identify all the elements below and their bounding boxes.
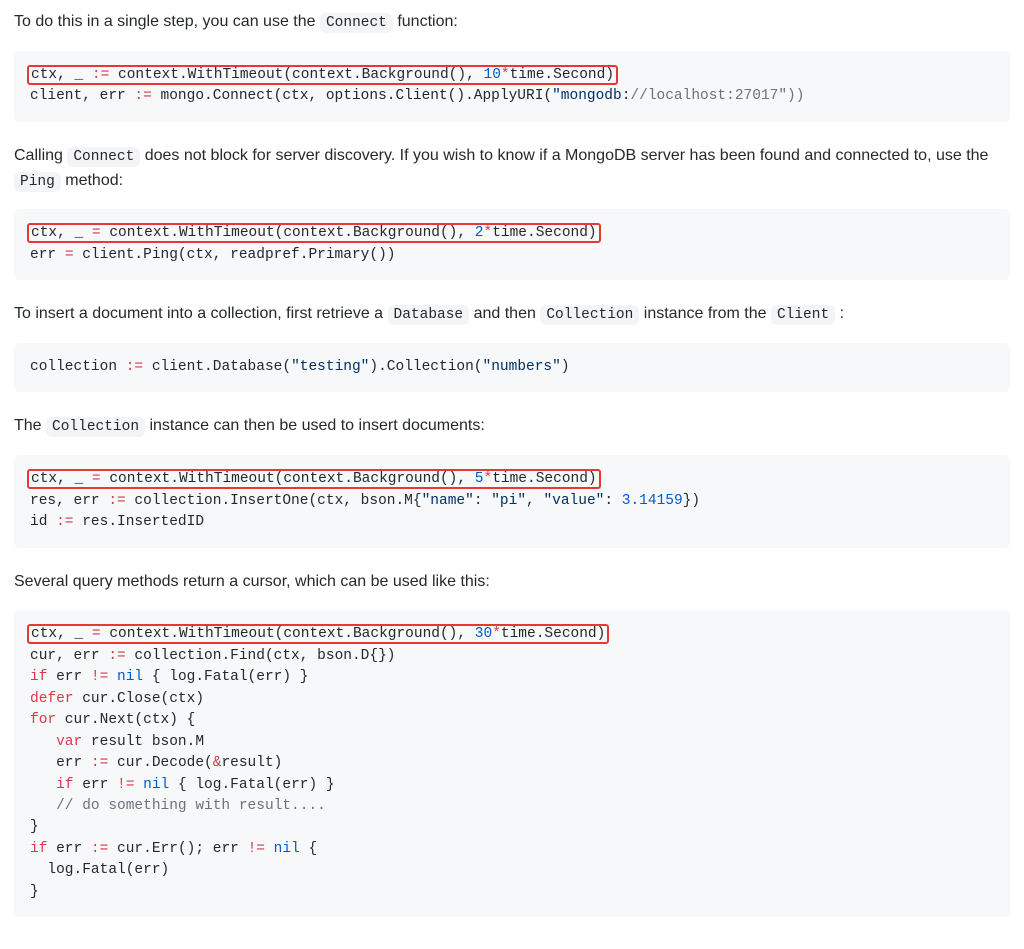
code-block-cursor: ctx, _ = context.WithTimeout(context.Bac… (14, 610, 1010, 917)
text: instance can then be used to insert docu… (145, 417, 485, 434)
paragraph-ping: Calling Connect does not block for serve… (14, 144, 1010, 194)
inline-code-database: Database (388, 305, 470, 325)
text: and then (469, 305, 540, 322)
text: To insert a document into a collection, … (14, 305, 388, 322)
text: method: (61, 172, 123, 189)
text: function: (393, 13, 458, 30)
paragraph-insert: The Collection instance can then be used… (14, 414, 1010, 439)
text: instance from the (639, 305, 771, 322)
paragraph-cursor: Several query methods return a cursor, w… (14, 570, 1010, 595)
text: The (14, 417, 46, 434)
inline-code-collection: Collection (46, 417, 145, 437)
text: Several query methods return a cursor, w… (14, 573, 490, 590)
code-block-ping: ctx, _ = context.WithTimeout(context.Bac… (14, 209, 1010, 280)
inline-code-collection: Collection (540, 305, 639, 325)
inline-code-connect: Connect (67, 147, 140, 167)
text: : (835, 305, 844, 322)
paragraph-db-collection: To insert a document into a collection, … (14, 302, 1010, 327)
highlight-box: ctx, _ = context.WithTimeout(context.Bac… (27, 469, 601, 489)
inline-code-ping: Ping (14, 172, 61, 192)
text: Calling (14, 147, 67, 164)
code-block-insert: ctx, _ = context.WithTimeout(context.Bac… (14, 455, 1010, 547)
inline-code-connect: Connect (320, 13, 393, 33)
highlight-box: ctx, _ = context.WithTimeout(context.Bac… (27, 624, 609, 644)
highlight-box: ctx, _ = context.WithTimeout(context.Bac… (27, 223, 601, 243)
text: does not block for server discovery. If … (140, 147, 988, 164)
text: To do this in a single step, you can use… (14, 13, 320, 30)
paragraph-connect-intro: To do this in a single step, you can use… (14, 10, 1010, 35)
inline-code-client: Client (771, 305, 835, 325)
code-block-connect: ctx, _ := context.WithTimeout(context.Ba… (14, 51, 1010, 122)
highlight-box: ctx, _ := context.WithTimeout(context.Ba… (27, 65, 618, 85)
code-block-collection: collection := client.Database("testing")… (14, 343, 1010, 392)
